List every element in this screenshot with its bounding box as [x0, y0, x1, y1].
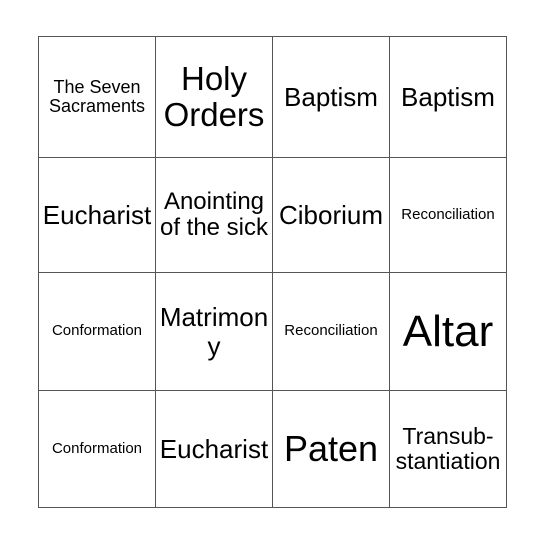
bingo-cell-r0c2[interactable]: Baptism	[272, 36, 390, 158]
bingo-cell-r3c0[interactable]: Conformation	[38, 390, 156, 508]
bingo-row: The Seven Sacraments Holy Orders Baptism…	[38, 36, 507, 158]
bingo-cell-label: Anointing of the sick	[159, 188, 269, 241]
bingo-cell-r3c3[interactable]: Transub-stantiation	[389, 390, 507, 508]
bingo-cell-r1c3[interactable]: Reconciliation	[389, 157, 507, 273]
bingo-row: Conformation Eucharist Paten Transub-sta…	[38, 390, 507, 508]
bingo-cell-label: Eucharist	[159, 433, 269, 464]
bingo-cell-r2c2[interactable]: Reconciliation	[272, 272, 390, 391]
bingo-cell-label: The Seven Sacraments	[48, 76, 146, 116]
bingo-cell-label: Ciborium	[278, 199, 384, 230]
bingo-cell-label: Altar	[402, 306, 494, 356]
bingo-cell-r0c1[interactable]: Holy Orders	[155, 36, 273, 158]
bingo-cell-label: Holy Orders	[163, 60, 265, 133]
bingo-cell-label: Matrimony	[159, 302, 269, 361]
bingo-cell-r3c2[interactable]: Paten	[272, 390, 390, 508]
bingo-cell-r1c2[interactable]: Ciborium	[272, 157, 390, 273]
bingo-row: Eucharist Anointing of the sick Ciborium…	[38, 157, 507, 273]
bingo-cell-label: Conformation	[51, 322, 143, 340]
bingo-cell-r0c3[interactable]: Baptism	[389, 36, 507, 158]
bingo-row: Conformation Matrimony Reconciliation Al…	[38, 272, 507, 391]
bingo-card-container: The Seven Sacraments Holy Orders Baptism…	[38, 36, 507, 508]
bingo-cell-label: Transub-stantiation	[395, 423, 501, 474]
bingo-cell-r1c0[interactable]: Eucharist	[38, 157, 156, 273]
bingo-cell-label: Baptism	[401, 81, 495, 112]
bingo-cell-label: Baptism	[284, 81, 378, 112]
bingo-cell-r0c0[interactable]: The Seven Sacraments	[38, 36, 156, 158]
bingo-card-grid: The Seven Sacraments Holy Orders Baptism…	[38, 36, 507, 508]
bingo-cell-label: Reconciliation	[401, 205, 495, 223]
bingo-cell-label: Reconciliation	[284, 322, 378, 340]
bingo-cell-label: Conformation	[51, 439, 143, 457]
bingo-cell-label: Eucharist	[42, 199, 152, 230]
bingo-cell-r2c3[interactable]: Altar	[389, 272, 507, 391]
bingo-cell-r2c1[interactable]: Matrimony	[155, 272, 273, 391]
bingo-cell-label: Paten	[283, 427, 379, 469]
bingo-cell-r3c1[interactable]: Eucharist	[155, 390, 273, 508]
bingo-cell-r2c0[interactable]: Conformation	[38, 272, 156, 391]
bingo-cell-r1c1[interactable]: Anointing of the sick	[155, 157, 273, 273]
